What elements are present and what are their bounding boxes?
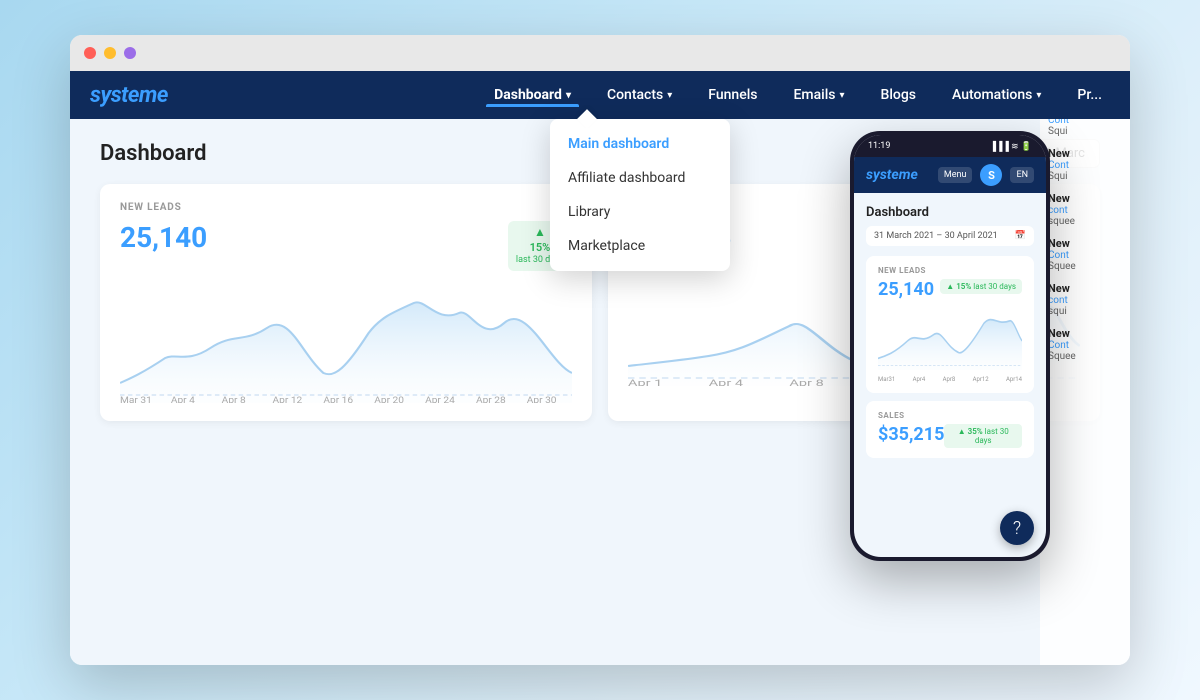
activity-item-3: New cont squee (1048, 192, 1122, 227)
arrow-up-icon: ▲ (946, 282, 954, 291)
svg-text:Apr 1: Apr 1 (628, 378, 662, 386)
browser-chrome (70, 35, 1130, 71)
phone-inner: 11:19 ▐▐▐ ≋ 🔋 systeme Menu S EN Dashboar… (854, 135, 1046, 557)
nav-emails[interactable]: Emails ▾ (785, 83, 852, 107)
leads-value-row: 25,140 ▲ 15% last 30 days (120, 221, 572, 271)
phone-leads-badge: ▲ 15% last 30 days (940, 279, 1022, 294)
activity-feed: ive updc New Cont Squi New Cont Squi New… (1040, 71, 1130, 665)
nav-more[interactable]: Pr... (1069, 83, 1110, 107)
svg-text:Apr 20: Apr 20 (374, 395, 404, 402)
activity-new-label-2: New (1048, 147, 1122, 160)
chevron-down-icon: ▾ (566, 90, 571, 101)
dashboard-dropdown: Main dashboard Affiliate dashboard Libra… (550, 119, 730, 271)
phone-leads-label: NEW LEADS (878, 266, 1022, 275)
leads-chart: Mar 31 Apr 4 Apr 8 Apr 12 Apr 16 Apr 20 … (120, 283, 572, 403)
phone-content: Dashboard 31 March 2021 – 30 April 2021 … (854, 193, 1046, 478)
phone-sales-value: $35,215 (878, 424, 944, 445)
phone-leads-chart (878, 300, 1022, 370)
dropdown-marketplace[interactable]: Marketplace (550, 229, 730, 263)
svg-text:Apr 30: Apr 30 (527, 395, 557, 402)
activity-source-5: squi (1048, 306, 1122, 317)
activity-new-label-6: New (1048, 327, 1122, 340)
app-content: systeme Dashboard ▾ Contacts ▾ Funnels E… (70, 71, 1130, 665)
dropdown-affiliate-dashboard[interactable]: Affiliate dashboard (550, 161, 730, 195)
navbar: systeme Dashboard ▾ Contacts ▾ Funnels E… (70, 71, 1130, 119)
activity-contact-3: cont (1048, 205, 1122, 216)
nav-funnels[interactable]: Funnels (700, 83, 765, 107)
nav-logo: systeme (90, 83, 168, 108)
page-title: Dashboard (100, 141, 206, 166)
nav-blogs[interactable]: Blogs (873, 83, 925, 107)
leads-value: 25,140 (120, 221, 207, 254)
activity-item-2: New Cont Squi (1048, 147, 1122, 182)
arrow-up-icon: ▲ (958, 427, 966, 436)
browser-window: systeme Dashboard ▾ Contacts ▾ Funnels E… (70, 35, 1130, 665)
phone-avatar: S (980, 164, 1002, 186)
phone-dashboard-title: Dashboard (866, 205, 1034, 220)
arrow-up-icon: ▲ (534, 225, 546, 241)
phone-leads-card: NEW LEADS 25,140 ▲ 15% last 30 days (866, 256, 1034, 393)
phone-navbar: systeme Menu S EN (854, 157, 1046, 193)
phone-help-button[interactable]: ? (1000, 511, 1034, 545)
activity-source-6: Squee (1048, 351, 1122, 362)
phone-sales-label: SALES (878, 411, 1022, 420)
dropdown-main-dashboard[interactable]: Main dashboard (550, 127, 730, 161)
phone-menu-button[interactable]: Menu (938, 167, 973, 183)
phone-leads-row: 25,140 ▲ 15% last 30 days (878, 279, 1022, 300)
activity-source-4: Squee (1048, 261, 1122, 272)
svg-text:Apr 4: Apr 4 (171, 395, 196, 402)
phone-time: 11:19 (868, 141, 890, 151)
activity-contact-5: cont (1048, 295, 1122, 306)
chevron-down-icon: ▾ (667, 90, 672, 101)
svg-text:Apr 24: Apr 24 (425, 395, 455, 402)
phone-leads-value: 25,140 (878, 279, 934, 300)
phone-icons: ▐▐▐ ≋ 🔋 (990, 141, 1032, 152)
activity-source-1: Squi (1048, 126, 1122, 137)
activity-item-5: New cont squi (1048, 282, 1122, 317)
activity-new-label-4: New (1048, 237, 1122, 250)
activity-new-label-3: New (1048, 192, 1122, 205)
chevron-down-icon: ▾ (839, 90, 844, 101)
minimize-button[interactable] (104, 47, 116, 59)
nav-automations[interactable]: Automations ▾ (944, 83, 1049, 107)
svg-text:Apr 16: Apr 16 (323, 395, 353, 402)
activity-source-2: Squi (1048, 171, 1122, 182)
activity-new-label-5: New (1048, 282, 1122, 295)
phone-status-bar: 11:19 ▐▐▐ ≋ 🔋 (854, 135, 1046, 157)
close-button[interactable] (84, 47, 96, 59)
svg-text:Apr 8: Apr 8 (789, 378, 824, 386)
calendar-icon: 📅 (1015, 231, 1026, 241)
mobile-phone: 11:19 ▐▐▐ ≋ 🔋 systeme Menu S EN Dashboar… (850, 131, 1050, 561)
nav-underline (486, 104, 579, 107)
svg-text:Apr 28: Apr 28 (476, 395, 506, 402)
phone-lang-button[interactable]: EN (1010, 167, 1034, 183)
chevron-down-icon: ▾ (1036, 90, 1041, 101)
activity-source-3: squee (1048, 216, 1122, 227)
activity-item-4: New Cont Squee (1048, 237, 1122, 272)
phone-sales-card: SALES $35,215 ▲ 35% last 30 days (866, 401, 1034, 458)
leads-card: NEW LEADS 25,140 ▲ 15% last 30 days (100, 184, 592, 421)
nav-contacts[interactable]: Contacts ▾ (599, 83, 680, 107)
nav-dashboard-wrap: Dashboard ▾ (486, 83, 579, 107)
svg-text:Apr 8: Apr 8 (222, 395, 246, 402)
leads-chart-svg: Mar 31 Apr 4 Apr 8 Apr 12 Apr 16 Apr 20 … (120, 283, 572, 403)
maximize-button[interactable] (124, 47, 136, 59)
phone-nav-logo: systeme (866, 167, 918, 183)
svg-text:Mar 31: Mar 31 (120, 395, 152, 402)
phone-date-range[interactable]: 31 March 2021 – 30 April 2021 📅 (866, 226, 1034, 246)
dropdown-library[interactable]: Library (550, 195, 730, 229)
activity-contact-6: Cont (1048, 340, 1122, 351)
activity-item-6: New Cont Squee (1048, 327, 1122, 362)
phone-sales-row: $35,215 ▲ 35% last 30 days (878, 424, 1022, 448)
activity-contact-4: Cont (1048, 250, 1122, 261)
svg-text:Apr 12: Apr 12 (273, 395, 303, 402)
phone-sales-badge: ▲ 35% last 30 days (944, 424, 1022, 448)
svg-text:Apr 4: Apr 4 (709, 378, 744, 386)
phone-chart-dates: Mar31Apr4Apr8Apr12Apr14 (878, 376, 1022, 383)
activity-contact-2: Cont (1048, 160, 1122, 171)
leads-label: NEW LEADS (120, 202, 572, 213)
